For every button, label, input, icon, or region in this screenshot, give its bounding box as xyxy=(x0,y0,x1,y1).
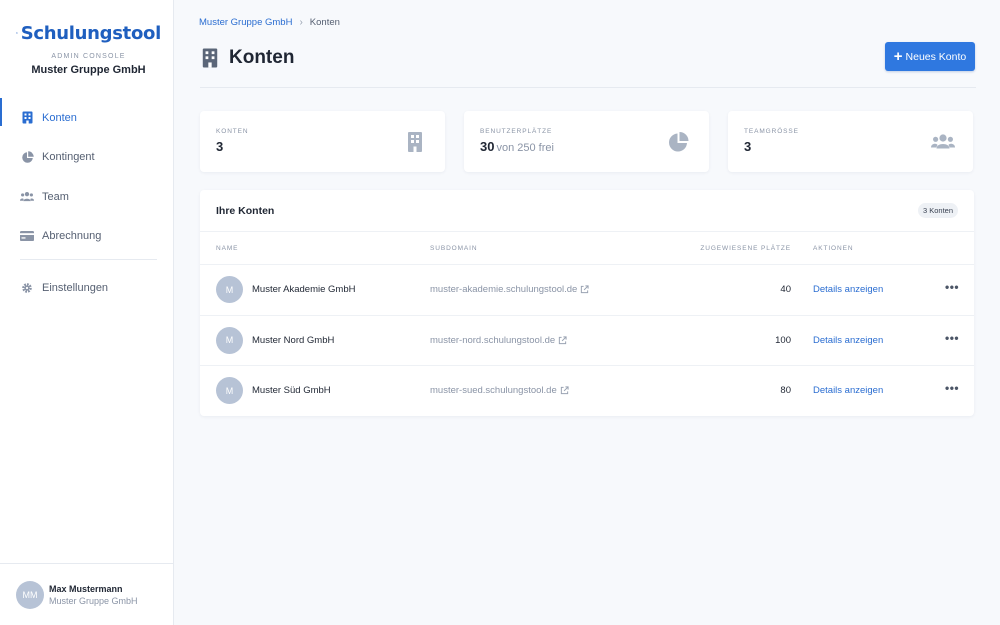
sidebar-item-konten[interactable]: Konten xyxy=(0,98,173,138)
card-header: Ihre Konten 3 Konten xyxy=(200,190,974,232)
external-link-icon xyxy=(559,335,567,344)
breadcrumb: Muster Gruppe GmbH › Konten xyxy=(199,17,340,28)
building-icon xyxy=(408,132,422,152)
sidebar-item-label: Einstellungen xyxy=(42,281,109,294)
chevron-right-icon: › xyxy=(299,17,303,28)
assigned-seats: 100 xyxy=(775,334,791,346)
table-row: M Muster Akademie GmbH muster-akademie.s… xyxy=(200,265,974,316)
user-name: Max Mustermann xyxy=(49,583,123,594)
breadcrumb-current: Konten xyxy=(309,17,340,28)
table-row: M Muster Süd GmbH muster-sued.schulungst… xyxy=(200,366,974,417)
accounts-table-card: Ihre Konten 3 Konten NAME SUBDOMAIN ZUGE… xyxy=(200,190,974,416)
sidebar-item-team[interactable]: Team xyxy=(0,177,173,217)
stat-value: 3 xyxy=(216,139,223,154)
stat-label: KONTEN xyxy=(216,128,249,135)
main-content: Muster Gruppe GmbH › Konten Konten + Neu… xyxy=(174,0,1000,625)
account-name: Muster Nord GmbH xyxy=(252,334,335,346)
column-header-seats: ZUGEWIESENE PLÄTZE xyxy=(700,245,791,252)
sidebar-item-label: Team xyxy=(42,190,69,203)
stat-label: BENUTZERPLÄTZE xyxy=(480,128,553,135)
stat-card-konten: KONTEN 3 xyxy=(200,111,445,172)
building-icon xyxy=(20,111,34,125)
sidebar-item-label: Kontingent xyxy=(42,151,95,164)
breadcrumb-parent-link[interactable]: Muster Gruppe GmbH xyxy=(199,17,292,28)
stat-value: 30 von 250 frei xyxy=(480,139,554,154)
sidebar-item-kontingent[interactable]: Kontingent xyxy=(0,138,173,178)
credit-card-icon xyxy=(20,229,34,243)
brand: Schulungstool ADMIN CONSOLE Muster Grupp… xyxy=(16,21,161,76)
sidebar-item-einstellungen[interactable]: Einstellungen xyxy=(0,268,173,308)
sidebar-item-label: Abrechnung xyxy=(42,230,102,243)
subdomain-text: muster-nord.schulungstool.de xyxy=(430,334,556,346)
more-options-icon[interactable]: ••• xyxy=(945,280,959,294)
table-row: M Muster Nord GmbH muster-nord.schulungs… xyxy=(200,316,974,366)
pie-chart-icon xyxy=(669,132,689,152)
stat-label: TEAMGRÖSSE xyxy=(744,128,799,135)
table-header: NAME SUBDOMAIN ZUGEWIESENE PLÄTZE AKTION… xyxy=(200,232,974,265)
subdomain-link[interactable]: muster-sued.schulungstool.de xyxy=(430,385,569,396)
new-account-button[interactable]: + Neues Konto xyxy=(885,42,975,71)
account-avatar: M xyxy=(216,326,243,354)
external-link-icon xyxy=(560,386,569,395)
pie-chart-icon xyxy=(20,150,34,164)
brand-name: Schulungstool xyxy=(20,22,162,44)
details-link[interactable]: Details anzeigen xyxy=(813,335,883,346)
sidebar-divider xyxy=(20,259,157,260)
user-profile[interactable]: MM Max Mustermann Muster Gruppe GmbH xyxy=(0,563,173,625)
building-icon xyxy=(202,48,218,68)
swirl-logo-icon xyxy=(16,32,18,34)
column-header-actions: AKTIONEN xyxy=(813,245,854,252)
stat-number: 3 xyxy=(216,139,224,154)
more-options-icon[interactable]: ••• xyxy=(945,331,959,345)
new-account-button-label: Neues Konto xyxy=(905,50,967,63)
details-link[interactable]: Details anzeigen xyxy=(813,385,883,396)
subdomain-text: muster-akademie.schulungstool.de xyxy=(430,284,578,295)
users-icon xyxy=(931,134,955,149)
stat-card-teamgroesse: TEAMGRÖSSE 3 xyxy=(728,111,973,172)
plus-icon: + xyxy=(893,48,903,65)
sidebar-settings-section: Einstellungen xyxy=(0,268,173,308)
sidebar-item-label: Konten xyxy=(42,111,77,124)
account-name: Muster Süd GmbH xyxy=(252,385,331,396)
brand-organization: Muster Gruppe GmbH xyxy=(31,64,146,76)
sidebar-nav: Konten Kontingent Team Abrechnung xyxy=(0,98,173,256)
more-options-icon[interactable]: ••• xyxy=(945,381,959,395)
stat-value: 3 xyxy=(744,139,751,154)
header-divider xyxy=(200,87,976,88)
stat-number: 3 xyxy=(744,139,752,154)
sidebar: Schulungstool ADMIN CONSOLE Muster Grupp… xyxy=(0,0,174,625)
page-header: Konten xyxy=(201,47,294,69)
user-organization: Muster Gruppe GmbH xyxy=(49,595,138,606)
assigned-seats: 80 xyxy=(780,385,791,396)
avatar: MM xyxy=(16,580,44,609)
count-badge: 3 Konten xyxy=(917,203,958,218)
card-title: Ihre Konten xyxy=(216,204,275,217)
brand-logo-row[interactable]: Schulungstool xyxy=(16,21,161,45)
assigned-seats: 40 xyxy=(780,284,791,295)
stat-number: 30 xyxy=(480,139,495,154)
gear-icon xyxy=(20,281,34,295)
subdomain-link[interactable]: muster-akademie.schulungstool.de xyxy=(430,284,589,295)
column-header-name: NAME xyxy=(216,245,239,252)
user-info: Max Mustermann Muster Gruppe GmbH xyxy=(49,584,138,606)
external-link-icon xyxy=(581,285,589,294)
column-header-subdomain: SUBDOMAIN xyxy=(430,245,478,252)
users-icon xyxy=(20,190,34,204)
subdomain-text: muster-sued.schulungstool.de xyxy=(430,385,557,396)
stat-card-benutzerplaetze: BENUTZERPLÄTZE 30 von 250 frei xyxy=(464,111,709,172)
account-avatar: M xyxy=(216,377,243,404)
brand-subtitle: ADMIN CONSOLE xyxy=(51,53,126,60)
page-title: Konten xyxy=(229,47,295,68)
account-name: Muster Akademie GmbH xyxy=(252,284,356,295)
sidebar-item-abrechnung[interactable]: Abrechnung xyxy=(0,217,173,257)
subdomain-link[interactable]: muster-nord.schulungstool.de xyxy=(430,335,567,346)
details-link[interactable]: Details anzeigen xyxy=(813,284,883,295)
account-avatar: M xyxy=(216,276,243,303)
stat-suffix: von 250 frei xyxy=(496,142,554,154)
